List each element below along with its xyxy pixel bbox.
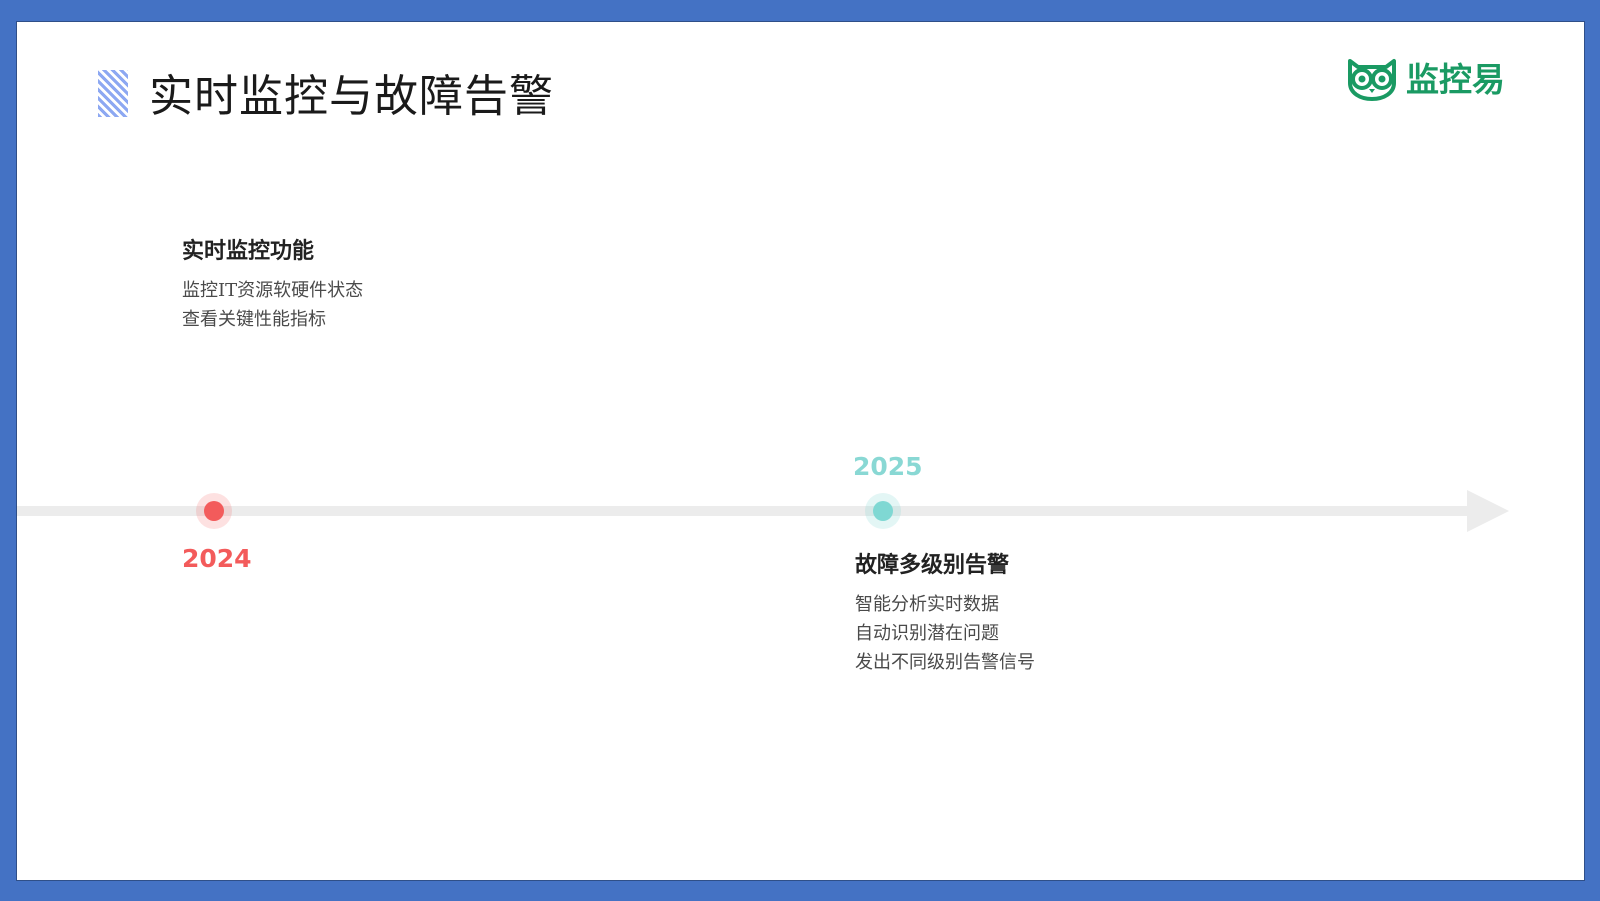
- logo-wordmark: 监控易: [1406, 60, 1505, 99]
- event-detail-line: 查看关键性能指标: [182, 309, 326, 330]
- slide-canvas: 实时监控与故障告警 监控易 2024 2025 实时监控功能 监控IT资源软硬件…: [16, 21, 1585, 881]
- timeline-year-2025: 2025: [853, 452, 923, 481]
- event-description-2025: 故障多级别告警 智能分析实时数据 自动识别潜在问题 发出不同级别告警信号: [855, 550, 1035, 677]
- title-accent-stripes: [98, 70, 128, 117]
- timeline-year-2024: 2024: [182, 544, 252, 573]
- event-detail-line: 监控IT资源软硬件状态: [182, 280, 364, 301]
- event-heading: 故障多级别告警: [855, 552, 1010, 578]
- timeline-marker-core: [204, 501, 224, 521]
- event-detail-line: 自动识别潜在问题: [855, 623, 999, 644]
- event-detail-line: 智能分析实时数据: [855, 594, 999, 615]
- event-detail-line: 发出不同级别告警信号: [855, 652, 1035, 673]
- timeline-track: [17, 506, 1467, 516]
- brand-logo: 监控易: [1344, 52, 1505, 102]
- event-heading: 实时监控功能: [182, 238, 315, 264]
- timeline-arrow-icon: [1467, 490, 1509, 532]
- slide-frame: 实时监控与故障告警 监控易 2024 2025 实时监控功能 监控IT资源软硬件…: [0, 0, 1600, 901]
- timeline-marker-2024: [196, 493, 232, 529]
- timeline-marker-2025: [865, 493, 901, 529]
- event-description-2024: 实时监控功能 监控IT资源软硬件状态 查看关键性能指标: [182, 236, 363, 334]
- timeline-marker-core: [873, 501, 893, 521]
- owl-logo-icon: [1348, 59, 1396, 101]
- slide-title: 实时监控与故障告警: [149, 71, 554, 122]
